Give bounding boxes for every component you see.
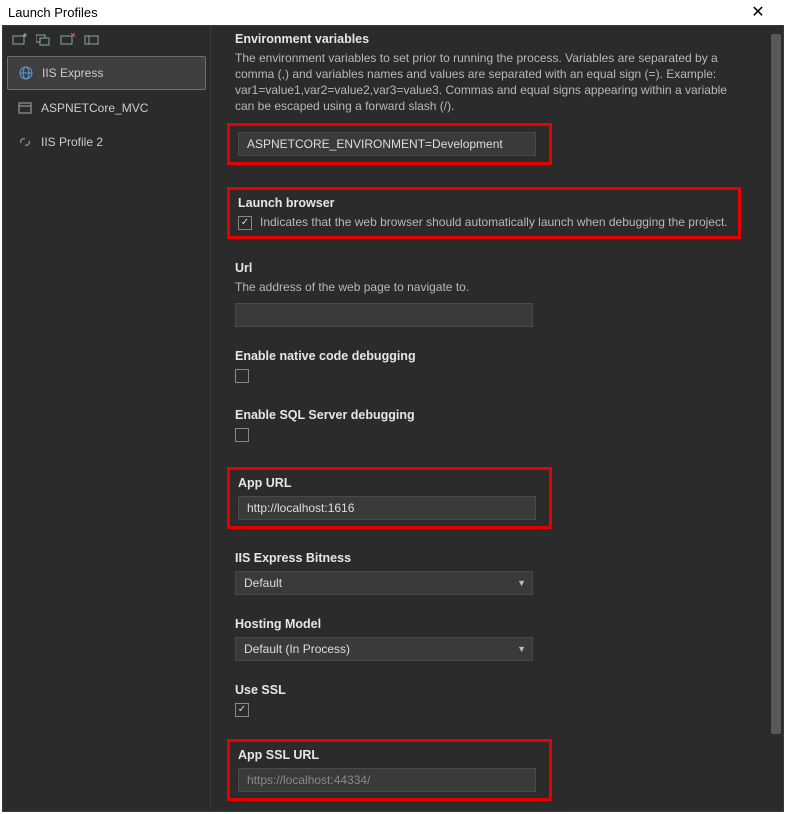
- native-debug-section: Enable native code debugging: [235, 349, 759, 386]
- settings-panel: Environment variables The environment va…: [211, 26, 783, 811]
- launch-browser-checkbox[interactable]: [238, 216, 252, 230]
- dialog-body: IIS Express ASPNETCore_MVC IIS Profile 2: [2, 25, 784, 812]
- window-title: Launch Profiles: [8, 5, 98, 20]
- scrollbar-track[interactable]: [771, 30, 781, 807]
- profile-item-aspnetcore-mvc[interactable]: ASPNETCore_MVC: [7, 92, 206, 124]
- close-icon[interactable]: ✕: [738, 2, 778, 22]
- iis-globe-icon: [18, 65, 34, 81]
- bitness-section: IIS Express Bitness Default ▼: [235, 551, 759, 595]
- launch-profiles-dialog: Launch Profiles ✕: [0, 0, 786, 814]
- iis-link-icon: [17, 134, 33, 150]
- highlight-launch-browser: Launch browser Indicates that the web br…: [227, 187, 741, 239]
- native-debug-label: Enable native code debugging: [235, 349, 759, 363]
- profile-toolbar: [3, 26, 210, 52]
- highlight-ssl-url: App SSL URL: [227, 739, 552, 801]
- bitness-label: IIS Express Bitness: [235, 551, 759, 565]
- profile-item-iis-profile-2[interactable]: IIS Profile 2: [7, 126, 206, 158]
- chevron-down-icon: ▼: [517, 578, 526, 588]
- launch-browser-desc: Indicates that the web browser should au…: [260, 214, 728, 230]
- env-vars-section: Environment variables The environment va…: [235, 32, 759, 165]
- use-ssl-checkbox[interactable]: [235, 703, 249, 717]
- titlebar: Launch Profiles ✕: [0, 0, 786, 25]
- use-ssl-label: Use SSL: [235, 683, 759, 697]
- rename-profile-icon[interactable]: [59, 32, 77, 48]
- highlight-env-vars: [227, 123, 552, 165]
- ssl-url-input[interactable]: [238, 768, 536, 792]
- profile-list: IIS Express ASPNETCore_MVC IIS Profile 2: [3, 52, 210, 162]
- url-section: Url The address of the web page to navig…: [235, 261, 759, 327]
- url-label: Url: [235, 261, 759, 275]
- hosting-model-label: Hosting Model: [235, 617, 759, 631]
- profile-label: IIS Profile 2: [41, 135, 103, 149]
- app-url-input[interactable]: [238, 496, 536, 520]
- sql-debug-section: Enable SQL Server debugging: [235, 408, 759, 445]
- sidebar: IIS Express ASPNETCore_MVC IIS Profile 2: [3, 26, 211, 811]
- env-vars-label: Environment variables: [235, 32, 759, 46]
- project-icon: [17, 100, 33, 116]
- profile-item-iis-express[interactable]: IIS Express: [7, 56, 206, 90]
- hosting-model-value: Default (In Process): [244, 642, 350, 656]
- native-debug-checkbox[interactable]: [235, 369, 249, 383]
- hosting-model-select[interactable]: Default (In Process) ▼: [235, 637, 533, 661]
- env-vars-desc: The environment variables to set prior t…: [235, 50, 735, 115]
- profile-label: ASPNETCore_MVC: [41, 101, 148, 115]
- env-vars-input[interactable]: [238, 132, 536, 156]
- scrollbar-thumb[interactable]: [771, 34, 781, 734]
- app-url-label: App URL: [238, 476, 541, 490]
- sql-debug-checkbox[interactable]: [235, 428, 249, 442]
- delete-profile-icon[interactable]: [83, 32, 101, 48]
- sql-debug-label: Enable SQL Server debugging: [235, 408, 759, 422]
- highlight-app-url: App URL: [227, 467, 552, 529]
- ssl-url-label: App SSL URL: [238, 748, 541, 762]
- chevron-down-icon: ▼: [517, 644, 526, 654]
- duplicate-profile-icon[interactable]: [35, 32, 53, 48]
- profile-label: IIS Express: [42, 66, 103, 80]
- hosting-model-section: Hosting Model Default (In Process) ▼: [235, 617, 759, 661]
- bitness-value: Default: [244, 576, 282, 590]
- use-ssl-section: Use SSL: [235, 683, 759, 717]
- new-profile-icon[interactable]: [11, 32, 29, 48]
- url-input[interactable]: [235, 303, 533, 327]
- url-desc: The address of the web page to navigate …: [235, 279, 735, 295]
- launch-browser-label: Launch browser: [238, 196, 730, 210]
- bitness-select[interactable]: Default ▼: [235, 571, 533, 595]
